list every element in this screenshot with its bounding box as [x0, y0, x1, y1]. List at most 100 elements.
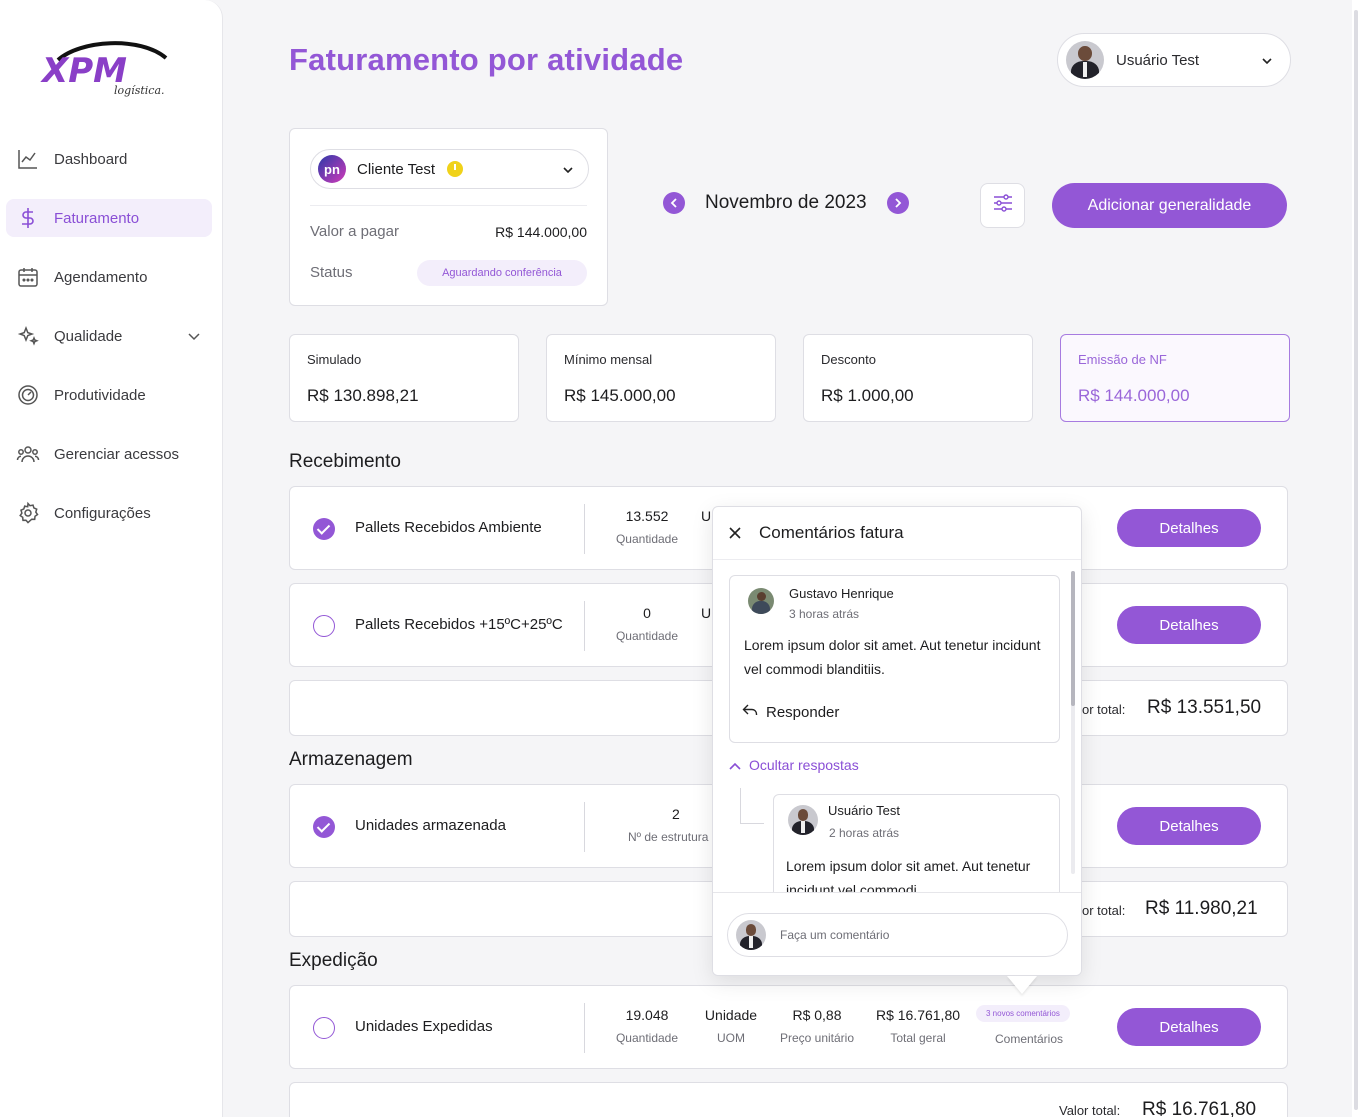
sidebar-item-dashboard[interactable]: Dashboard [6, 140, 212, 178]
total-label: or total: [1082, 903, 1126, 918]
client-card: pn Cliente Test Valor a pagar R$ 144.000… [289, 128, 608, 306]
sidebar-item-agendamento[interactable]: Agendamento [6, 258, 212, 296]
current-month: Novembro de 2023 [705, 192, 867, 213]
section-title-armazenagem: Armazenagem [289, 749, 413, 770]
activity-name: Unidades armazenada [355, 817, 506, 834]
total-column: R$ 16.761,80 Total geral [872, 1007, 964, 1045]
close-icon[interactable] [727, 525, 743, 541]
kpi-desconto: Desconto R$ 1.000,00 [803, 334, 1033, 422]
kpi-label: Simulado [307, 352, 362, 367]
reply-author: Usuário Test [828, 803, 901, 818]
comment-input-wrapper[interactable] [727, 913, 1068, 957]
status-badge: Aguardando conferência [417, 260, 587, 286]
total-value: R$ 13.551,50 [1147, 697, 1262, 718]
divider [584, 1003, 585, 1053]
next-month-button[interactable] [886, 192, 909, 214]
hide-replies-label: Ocultar respostas [749, 757, 859, 773]
sidebar: XPM logística. Dashboard Faturamento Age… [0, 0, 223, 1117]
total-value: R$ 16.761,80 [1142, 1099, 1257, 1117]
comments-column[interactable]: Comentários [982, 1032, 1076, 1046]
client-logo: pn [318, 155, 346, 183]
user-name: Usuário Test [1116, 51, 1200, 69]
sidebar-item-produtividade[interactable]: Produtividade [6, 376, 212, 414]
sidebar-item-label: Agendamento [54, 268, 148, 286]
uom-value: Unidade [704, 1007, 758, 1023]
reply-thread-line [740, 788, 764, 824]
checkbox-checked[interactable] [313, 518, 335, 540]
dollar-icon [16, 206, 40, 230]
kpi-label: Mínimo mensal [564, 352, 653, 367]
clock-icon [447, 161, 464, 177]
checkbox-unchecked[interactable] [313, 1017, 335, 1039]
reply-button[interactable]: Responder [742, 703, 839, 721]
total-label: Total geral [890, 1031, 946, 1045]
comments-panel-header: Comentários fatura [713, 507, 1081, 560]
avatar [788, 805, 818, 835]
kpi-value: R$ 1.000,00 [821, 386, 914, 405]
sidebar-nav: Dashboard Faturamento Agendamento Qualid… [6, 140, 212, 553]
comments-scrollbar[interactable] [1071, 571, 1075, 706]
uom-label: UOM [717, 1031, 745, 1045]
checkbox-unchecked[interactable] [313, 615, 335, 637]
details-button[interactable]: Detalhes [1117, 606, 1261, 644]
kpi-value: R$ 145.000,00 [564, 386, 676, 405]
status-label: Status [310, 264, 353, 281]
quantity-value: 13.552 [625, 508, 669, 524]
kpi-value: R$ 130.898,21 [307, 386, 419, 405]
xpm-logo[interactable]: XPM logística. [40, 38, 170, 100]
section-title-expedicao: Expedição [289, 950, 378, 971]
client-name: Cliente Test [357, 160, 436, 178]
details-button[interactable]: Detalhes [1117, 1008, 1261, 1046]
quantity-column: 0 Quantidade [608, 605, 686, 643]
page-title: Faturamento por atividade [289, 42, 684, 77]
quantity-label: Quantidade [615, 532, 679, 546]
details-button[interactable]: Detalhes [1117, 509, 1261, 547]
sidebar-item-label: Qualidade [54, 327, 123, 345]
sidebar-item-label: Gerenciar acessos [54, 445, 180, 463]
sidebar-item-label: Produtividade [54, 386, 146, 404]
quantity-label: Quantidade [615, 1031, 679, 1045]
reply-time: 2 horas atrás [829, 826, 900, 840]
kpi-emissao-nf: Emissão de NF R$ 144.000,00 [1060, 334, 1290, 422]
chevron-down-icon[interactable] [188, 328, 200, 345]
quantity-value: 0 [643, 605, 651, 621]
hide-replies-toggle[interactable]: Ocultar respostas [729, 757, 859, 773]
unit-price-column: R$ 0,88 Preço unitário [771, 1007, 863, 1045]
new-comments-badge[interactable]: 3 novos comentários [976, 1005, 1070, 1022]
comment-author: Gustavo Henrique [789, 586, 894, 601]
comments-panel-footer [713, 892, 1081, 975]
sidebar-item-faturamento[interactable]: Faturamento [6, 199, 212, 237]
chevron-down-icon [1262, 51, 1272, 69]
comment-input[interactable] [780, 928, 1040, 942]
kpi-label: Emissão de NF [1078, 352, 1167, 367]
comment-card: Gustavo Henrique 3 horas atrás Lorem ips… [729, 575, 1060, 743]
uom-column: Unidade UOM [696, 1007, 766, 1045]
sidebar-item-label: Dashboard [54, 150, 128, 168]
users-icon [16, 442, 40, 466]
user-menu[interactable]: Usuário Test [1057, 33, 1291, 87]
svg-text:logística.: logística. [114, 84, 165, 97]
avatar [748, 588, 774, 614]
sidebar-item-label: Faturamento [54, 209, 140, 227]
main-content: Faturamento por atividade Usuário Test p… [223, 0, 1360, 1117]
sidebar-item-gerenciar-acessos[interactable]: Gerenciar acessos [6, 435, 212, 473]
details-button[interactable]: Detalhes [1117, 807, 1261, 845]
sidebar-item-qualidade[interactable]: Qualidade [6, 317, 212, 355]
activity-name: Pallets Recebidos +15ºC+25ºC [355, 616, 563, 633]
gear-icon [16, 501, 40, 525]
checkbox-checked[interactable] [313, 816, 335, 838]
quantity-column: 13.552 Quantidade [608, 508, 686, 546]
divider [584, 601, 585, 651]
client-select[interactable]: pn Cliente Test [310, 149, 589, 189]
calendar-icon [16, 265, 40, 289]
gauge-icon [16, 383, 40, 407]
kpi-label: Desconto [821, 352, 876, 367]
add-generality-button[interactable]: Adicionar generalidade [1052, 183, 1287, 228]
total-label: Valor total: [1059, 1103, 1121, 1117]
section-total: Valor total: R$ 16.761,80 [289, 1082, 1288, 1117]
filter-button[interactable] [980, 183, 1025, 228]
sidebar-item-configuracoes[interactable]: Configurações [6, 494, 212, 532]
prev-month-button[interactable] [663, 192, 685, 214]
sparkle-icon [16, 324, 40, 348]
reply-label: Responder [766, 703, 840, 721]
